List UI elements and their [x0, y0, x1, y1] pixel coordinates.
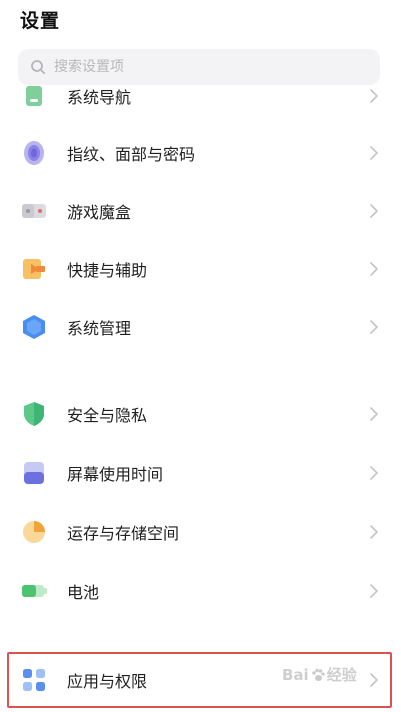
settings-item-fingerprint-face-password[interactable]: 指纹、面部与密码: [0, 127, 401, 179]
settings-item-system-management[interactable]: 系统管理: [0, 301, 401, 353]
chevron-right-icon: [370, 262, 378, 276]
chevron-right-icon: [370, 204, 378, 218]
settings-item-security-privacy[interactable]: 安全与隐私: [0, 388, 401, 440]
settings-screen: 设置 系统导航: [0, 0, 401, 712]
shortcut-icon: [20, 255, 48, 283]
fingerprint-icon: [20, 139, 48, 167]
settings-item-apps-permissions[interactable]: 应用与权限: [0, 654, 401, 706]
settings-item-label: 屏幕使用时间: [67, 465, 164, 484]
battery-icon: [20, 577, 48, 605]
chevron-right-icon: [370, 146, 378, 160]
search-bar[interactable]: [18, 49, 380, 85]
storage-pie-icon: [20, 518, 48, 546]
settings-item-game-box[interactable]: 游戏魔盒: [0, 185, 401, 237]
settings-item-memory-storage[interactable]: 运存与存储空间: [0, 506, 401, 558]
settings-item-system-navigation[interactable]: 系统导航: [0, 86, 401, 122]
settings-item-label: 安全与隐私: [67, 406, 148, 425]
settings-item-label: 电池: [67, 583, 100, 602]
settings-item-label: 运存与存储空间: [67, 524, 180, 543]
chevron-right-icon: [370, 466, 378, 480]
chevron-right-icon: [370, 525, 378, 539]
settings-item-label: 指纹、面部与密码: [67, 145, 196, 164]
apps-grid-icon: [20, 666, 48, 694]
shield-icon: [20, 400, 48, 428]
chevron-right-icon: [370, 320, 378, 334]
settings-item-label: 游戏魔盒: [67, 203, 132, 222]
settings-item-label: 应用与权限: [67, 672, 148, 691]
settings-item-screen-time[interactable]: 屏幕使用时间: [0, 447, 401, 499]
screen-time-icon: [20, 459, 48, 487]
settings-list: 系统导航 指纹、面部与密码 游戏魔盒 快捷与辅助 系统管理 安全与隐私 屏幕使用…: [0, 86, 401, 712]
settings-item-label: 系统导航: [67, 88, 132, 107]
chevron-right-icon: [370, 673, 378, 687]
game-box-icon: [20, 197, 48, 225]
chevron-right-icon: [370, 89, 378, 103]
navigation-icon: [20, 86, 48, 110]
chevron-right-icon: [370, 407, 378, 421]
search-input[interactable]: [54, 59, 354, 75]
page-title: 设置: [20, 10, 61, 32]
settings-item-shortcut-assist[interactable]: 快捷与辅助: [0, 243, 401, 295]
system-management-icon: [20, 313, 48, 341]
settings-item-battery[interactable]: 电池: [0, 565, 401, 617]
search-icon: [31, 60, 46, 75]
settings-item-label: 系统管理: [67, 319, 132, 338]
settings-item-label: 快捷与辅助: [67, 261, 148, 280]
chevron-right-icon: [370, 584, 378, 598]
